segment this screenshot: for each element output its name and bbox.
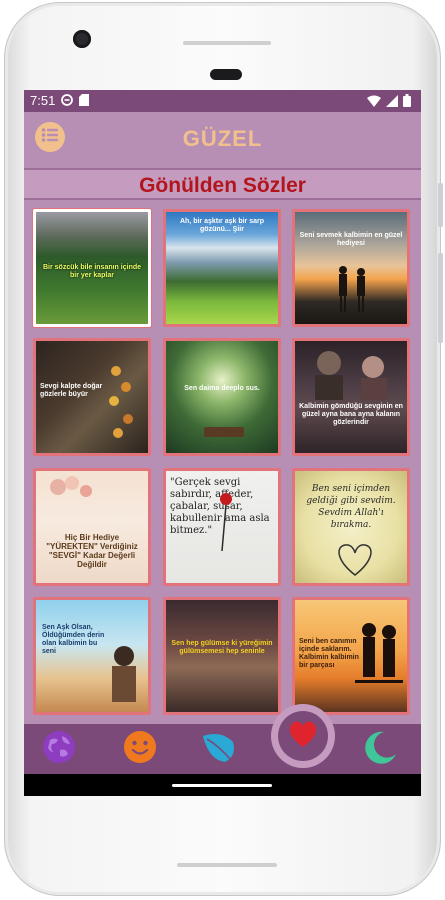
bench	[204, 427, 244, 437]
tile-caption: Hiç Bir Hediye "YÜREKTEN" Verdiğiniz "SE…	[46, 533, 138, 569]
tile-caption: Kalbimin gömdüğü sevginin en güzel ayna …	[299, 403, 403, 426]
tile-caption: Seni sevmek kalbimin en güzel hediyesi	[299, 232, 403, 247]
tile-caption: Bir sözcük bile insanın içinde bir yer k…	[42, 264, 142, 279]
signal-icon	[386, 94, 398, 110]
tile-caption: Sen daima deeplo sus.	[184, 385, 260, 392]
image-tile[interactable]: Ah, bir aşktır aşk bir sarp gözünü... Şi…	[163, 209, 281, 327]
image-tile[interactable]: Ben seni içimden geldiği gibi sevdim. Se…	[292, 468, 410, 586]
nav-item-leaf[interactable]	[200, 730, 238, 768]
image-tile[interactable]: "Gerçek sevgi sabırdır, affeder, çabalar…	[163, 468, 281, 586]
power-button	[438, 183, 443, 227]
image-tile[interactable]: Sen daima deeplo sus.	[163, 338, 281, 456]
section-title: Gönülden Sözler	[139, 174, 306, 197]
nav-item-globe[interactable]	[40, 730, 78, 768]
image-tile[interactable]: Sen Aşk Olsan, Öldüğümden derin olan kal…	[33, 597, 151, 715]
image-tile[interactable]: Seni sevmek kalbimin en güzel hediyesi	[292, 209, 410, 327]
screen: 7:51 GÜZEL Gönülden Sözler Bir sözcük bi…	[24, 90, 421, 796]
tile-caption: Ben seni içimden geldiği gibi sevdim. Se…	[306, 484, 396, 530]
sd-card-icon	[79, 94, 89, 109]
tile-caption: Sevgi kalpte doğar gözlerle büyür	[40, 383, 103, 398]
image-tile[interactable]: Hiç Bir Hediye "YÜREKTEN" Verdiğiniz "SE…	[33, 468, 151, 586]
status-time: 7:51	[30, 93, 56, 108]
bottom-speaker	[177, 863, 277, 867]
image-tile[interactable]: Sevgi kalpte doğar gözlerle büyür	[33, 338, 151, 456]
leaf-icon	[201, 730, 237, 769]
gesture-bar	[24, 774, 421, 796]
nav-item-moon[interactable]	[362, 730, 400, 768]
proximity-sensor	[210, 69, 242, 80]
app-bar: GÜZEL	[24, 112, 421, 168]
tile-caption: Sen Aşk Olsan, Öldüğümden derin olan kal…	[42, 624, 105, 655]
volume-button	[438, 253, 443, 343]
globe-icon	[42, 730, 76, 769]
image-grid: Bir sözcük bile insanın içinde bir yer k…	[24, 200, 421, 724]
heart-icon	[287, 720, 319, 753]
bottom-nav	[24, 704, 421, 774]
app-title: GÜZEL	[182, 126, 263, 151]
image-tile[interactable]: Bir sözcük bile insanın içinde bir yer k…	[33, 209, 151, 327]
home-gesture-pill[interactable]	[172, 784, 272, 787]
moon-icon	[364, 730, 398, 769]
subtitle-bar: Gönülden Sözler	[24, 168, 421, 200]
front-camera	[73, 30, 91, 48]
tile-caption: Ah, bir aşktır aşk bir sarp gözünü... Şi…	[179, 218, 265, 233]
battery-icon	[403, 94, 411, 110]
data-saver-icon	[61, 94, 73, 109]
nav-item-smiley[interactable]	[121, 730, 159, 768]
smiley-icon	[123, 730, 157, 769]
image-tile[interactable]: Kalbimin gömdüğü sevginin en güzel ayna …	[292, 338, 410, 456]
wifi-icon	[367, 95, 381, 110]
tile-caption: Seni ben canımın içinde saklarım. Kalbim…	[299, 638, 359, 669]
earpiece-speaker	[183, 41, 271, 45]
status-bar: 7:51	[24, 90, 421, 112]
nav-item-heart[interactable]	[278, 711, 328, 761]
fab-container	[271, 704, 335, 768]
image-tile[interactable]: Sen hep gülümse ki yüreğimin gülümsemesi…	[163, 597, 281, 715]
tile-caption: Sen hep gülümse ki yüreğimin gülümsemesi…	[171, 640, 273, 655]
image-tile[interactable]: Seni ben canımın içinde saklarım. Kalbim…	[292, 597, 410, 715]
